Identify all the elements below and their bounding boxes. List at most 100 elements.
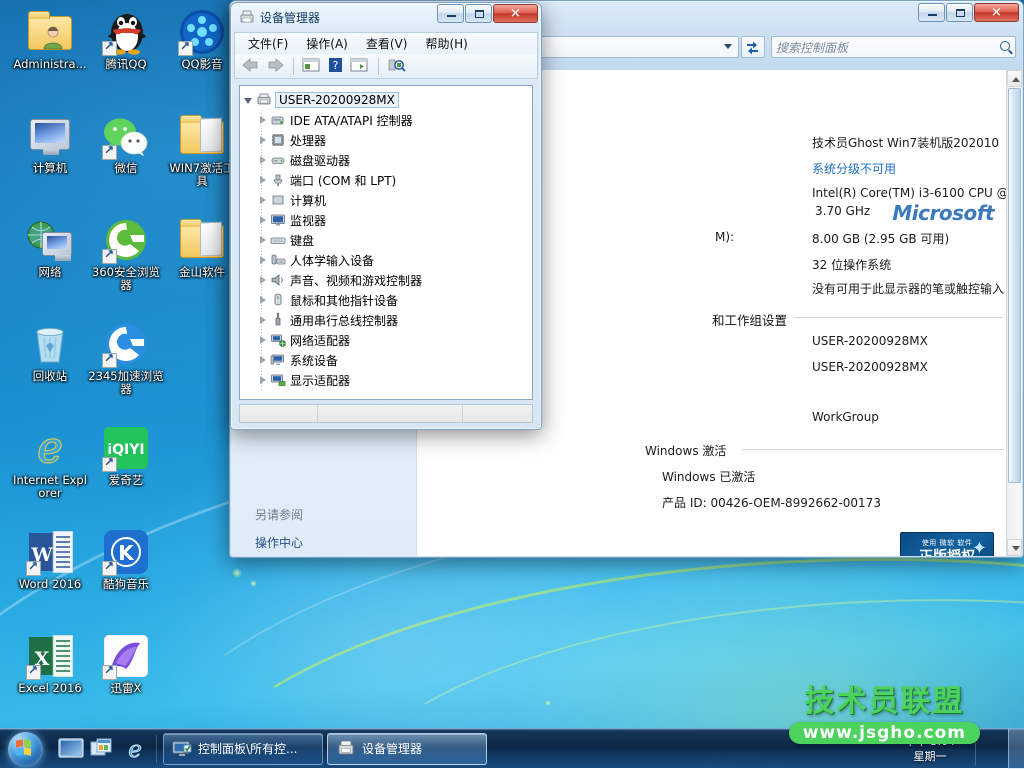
user-folder-icon xyxy=(26,8,74,56)
chevron-right-icon[interactable] xyxy=(258,215,269,226)
chevron-right-icon[interactable] xyxy=(258,315,269,326)
ie-icon[interactable]: e xyxy=(120,733,150,765)
tree-node-label: 磁盘驱动器 xyxy=(290,152,350,169)
chevron-right-icon[interactable] xyxy=(258,375,269,386)
menu-file[interactable]: 文件(F) xyxy=(239,33,297,54)
tree-node-network-adapter[interactable]: 网络适配器 xyxy=(244,330,532,350)
sidebar-link-action-center[interactable]: 操作中心 xyxy=(231,529,416,556)
properties-icon[interactable]: ? xyxy=(326,57,346,76)
scrollbar-thumb[interactable] xyxy=(1008,88,1021,483)
desktop-icon-label: Word 2016 xyxy=(12,578,88,591)
scan-hardware-icon[interactable] xyxy=(387,57,407,76)
maximize-button[interactable] xyxy=(465,4,492,23)
close-button[interactable]: ✕ xyxy=(974,3,1019,22)
tree-node-root[interactable]: USER-20200928MX xyxy=(244,90,532,110)
desktop-icon-network[interactable]: 网络 xyxy=(12,216,88,279)
system-rating-link[interactable]: 系统分级不可用 xyxy=(812,160,896,177)
show-desktop-icon[interactable] xyxy=(56,733,86,765)
tree-node-port[interactable]: 端口 (COM 和 LPT) xyxy=(244,170,532,190)
star-icon: ✦ xyxy=(972,538,987,556)
device-manager-window[interactable]: 设备管理器 ✕ 文件(F) 操作(A) 查看(V) 帮助(H) ? xyxy=(230,2,542,430)
chevron-right-icon[interactable] xyxy=(258,335,269,346)
device-manager-titlebar[interactable]: 设备管理器 ✕ xyxy=(231,3,541,31)
chevron-right-icon[interactable] xyxy=(258,155,269,166)
taskbar-buttons: 控制面板\所有控...设备管理器 xyxy=(163,733,491,765)
switch-windows-icon[interactable] xyxy=(88,733,118,765)
mouse-icon xyxy=(270,292,286,308)
tree-node-system-device[interactable]: 系统设备 xyxy=(244,350,532,370)
maximize-button[interactable] xyxy=(946,3,973,22)
forward-arrow-icon[interactable] xyxy=(265,57,285,76)
tree-node-usb[interactable]: 通用串行总线控制器 xyxy=(244,310,532,330)
chevron-right-icon[interactable] xyxy=(258,275,269,286)
tree-node-keyboard[interactable]: 键盘 xyxy=(244,230,532,250)
computer-icon xyxy=(26,112,74,160)
main-pane-scrollbar[interactable] xyxy=(1006,70,1022,556)
desktop-icon-excel[interactable]: XExcel 2016 xyxy=(12,632,88,695)
tree-node-monitor[interactable]: 监视器 xyxy=(244,210,532,230)
search-box[interactable]: 搜索控制面板 xyxy=(771,36,1016,58)
shortcut-overlay-icon xyxy=(178,41,193,56)
minimize-button[interactable] xyxy=(918,3,945,22)
chevron-right-icon[interactable] xyxy=(258,195,269,206)
chevron-right-icon[interactable] xyxy=(258,135,269,146)
back-arrow-icon[interactable] xyxy=(241,57,261,76)
menu-view[interactable]: 查看(V) xyxy=(357,33,417,54)
taskbar-button-control-panel[interactable]: 控制面板\所有控... xyxy=(163,733,323,765)
chevron-right-icon[interactable] xyxy=(258,255,269,266)
desktop-icon-thunder[interactable]: 迅雷X xyxy=(88,632,164,695)
scroll-down-arrow[interactable] xyxy=(1007,539,1022,556)
desktop-icon-recycle-bin[interactable]: 回收站 xyxy=(12,320,88,383)
menu-action[interactable]: 操作(A) xyxy=(297,33,357,54)
tree-node-display-adapter[interactable]: 显示适配器 xyxy=(244,370,532,390)
tree-node-label: 键盘 xyxy=(290,232,314,249)
desktop-icon-label: 计算机 xyxy=(12,162,88,175)
refresh-button[interactable] xyxy=(741,36,765,58)
desktop-icon-ie[interactable]: eInternet Explorer xyxy=(12,424,88,500)
help-icon[interactable] xyxy=(350,57,370,76)
ie-icon: e xyxy=(26,424,74,472)
tree-node-disk-drive[interactable]: 磁盘驱动器 xyxy=(244,150,532,170)
minimize-button[interactable] xyxy=(437,4,464,23)
desktop-icon-browser-2345[interactable]: 2345加速浏览器 xyxy=(88,320,164,396)
product-id: 产品 ID: 00426-OEM-8992662-00173 xyxy=(662,494,881,511)
tree-node-sound[interactable]: 声音、视频和游戏控制器 xyxy=(244,270,532,290)
menu-help[interactable]: 帮助(H) xyxy=(416,33,476,54)
chevron-down-icon[interactable] xyxy=(724,44,732,49)
tree-node-ide-controller[interactable]: IDE ATA/ATAPI 控制器 xyxy=(244,110,532,130)
taskbar-button-device-manager[interactable]: 设备管理器 xyxy=(327,733,487,765)
browser-360-icon xyxy=(102,216,150,264)
tree-node-computer[interactable]: 计算机 xyxy=(244,190,532,210)
wallpaper-sparkle xyxy=(250,580,257,587)
desktop-icon-computer[interactable]: 计算机 xyxy=(12,112,88,175)
desktop-icon-wechat[interactable]: 微信 xyxy=(88,112,164,175)
desktop-icon-qq-penguin[interactable]: 腾讯QQ xyxy=(88,8,164,71)
desktop-icon-user-folder[interactable]: Administra... xyxy=(12,8,88,71)
shortcut-overlay-icon xyxy=(26,665,41,680)
show-hide-console-tree-icon[interactable] xyxy=(302,57,322,76)
desktop-icon-word[interactable]: WWord 2016 xyxy=(12,528,88,591)
computer-full-name-value: USER-20200928MX xyxy=(812,360,928,374)
scroll-up-arrow[interactable] xyxy=(1007,70,1022,87)
chevron-right-icon[interactable] xyxy=(258,115,269,126)
sound-icon xyxy=(270,272,286,288)
start-button[interactable] xyxy=(2,730,50,768)
chevron-down-icon[interactable] xyxy=(244,95,255,106)
desktop-icon-browser-360[interactable]: 360安全浏览器 xyxy=(88,216,164,292)
tree-node-hid[interactable]: 人体学输入设备 xyxy=(244,250,532,270)
chevron-right-icon[interactable] xyxy=(258,355,269,366)
close-button[interactable]: ✕ xyxy=(493,4,538,23)
desktop-icon-label: Excel 2016 xyxy=(12,682,88,695)
qq-penguin-icon xyxy=(102,8,150,56)
qq-player-icon xyxy=(178,8,226,56)
device-tree[interactable]: USER-20200928MXIDE ATA/ATAPI 控制器处理器磁盘驱动器… xyxy=(239,85,533,400)
memory-value: 8.00 GB (2.95 GB 可用) xyxy=(812,230,949,247)
chevron-right-icon[interactable] xyxy=(258,175,269,186)
chevron-right-icon[interactable] xyxy=(258,295,269,306)
tree-node-mouse[interactable]: 鼠标和其他指针设备 xyxy=(244,290,532,310)
show-desktop-button[interactable] xyxy=(1008,729,1024,769)
chevron-right-icon[interactable] xyxy=(258,235,269,246)
desktop-icon-kugou[interactable]: K酷狗音乐 xyxy=(88,528,164,591)
desktop-icon-iqiyi[interactable]: iQIYI爱奇艺 xyxy=(88,424,164,487)
tree-node-processor[interactable]: 处理器 xyxy=(244,130,532,150)
